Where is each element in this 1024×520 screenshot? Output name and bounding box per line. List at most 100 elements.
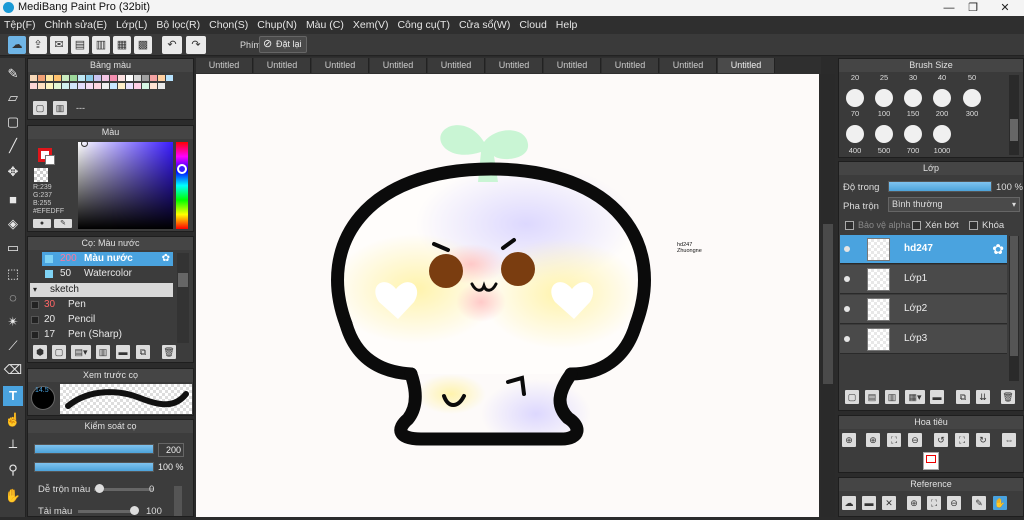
brush-size-value[interactable]: 200	[158, 443, 184, 457]
collapse-icon[interactable]: ▾	[33, 283, 37, 297]
new-folder-icon[interactable]: ▬	[930, 390, 944, 404]
brush-size-slider[interactable]	[34, 444, 154, 454]
tab-untitled[interactable]: Untitled	[602, 58, 659, 73]
visibility-eye-icon[interactable]	[844, 306, 850, 312]
new-1bit-layer-icon[interactable]: ▥	[885, 390, 899, 404]
tab-untitled[interactable]: Untitled	[486, 58, 543, 73]
load-handle[interactable]	[130, 506, 139, 515]
divide-tool-icon[interactable]: ⟂	[3, 434, 23, 454]
menu-filter[interactable]: Bộ lọc(R)	[156, 19, 200, 31]
size-1000-button[interactable]	[933, 125, 951, 143]
navigator-thumbnail[interactable]	[923, 452, 939, 470]
document-icon[interactable]: ▥	[92, 36, 110, 54]
comment-icon[interactable]: ✉	[50, 36, 68, 54]
hand-tool-icon[interactable]: ✋	[3, 486, 23, 506]
background-color-swatch[interactable]	[45, 155, 55, 165]
control-scrollbar[interactable]	[174, 486, 182, 516]
brush-group-sketch[interactable]: ▾ sketch	[30, 283, 173, 297]
menu-file[interactable]: Tệp(F)	[4, 19, 36, 31]
share-icon[interactable]: ⇪	[29, 36, 47, 54]
operation-tool-icon[interactable]: ☝	[3, 410, 23, 430]
new-layer-icon[interactable]: ▢	[845, 390, 859, 404]
line-tool-icon[interactable]: ╱	[3, 136, 23, 156]
brush-tool-icon[interactable]: ✎	[3, 64, 23, 84]
brush-opacity-slider[interactable]	[34, 462, 154, 472]
reference-cloud-icon[interactable]: ☁	[842, 496, 856, 510]
clipping-checkbox[interactable]	[912, 221, 921, 230]
size-100-button[interactable]	[875, 89, 893, 107]
brush-item[interactable]: 30 Pen	[28, 298, 173, 312]
select-eraser-icon[interactable]: ⌫	[3, 360, 23, 380]
visibility-eye-icon[interactable]	[844, 276, 850, 282]
text-tool-icon[interactable]: T	[3, 386, 23, 406]
reset-view-icon[interactable]: ⛶	[955, 433, 969, 447]
merge-layer-icon[interactable]: ⇊	[976, 390, 990, 404]
layer-row[interactable]: Lớp1	[840, 265, 1007, 294]
new-halftone-layer-icon[interactable]: ▤	[865, 390, 879, 404]
reference-fit-icon[interactable]: ⛶	[927, 496, 941, 510]
layer-blend-select[interactable]: Bình thường ▾	[888, 197, 1020, 212]
flip-horizontal-icon[interactable]: ⇔	[1002, 433, 1016, 447]
restore-button[interactable]: ❐	[958, 0, 988, 16]
reference-zoom-in-icon[interactable]: ⊕	[907, 496, 921, 510]
drawing-canvas[interactable]: hd247 Zhuongne	[196, 74, 819, 517]
color-eyedropper-button[interactable]: ✎	[54, 219, 72, 228]
brush-item-selected[interactable]: 200 Màu nước ✿	[42, 252, 173, 266]
duplicate-layer-icon[interactable]: ⧉	[956, 390, 970, 404]
zoom-in-alt-icon[interactable]: ⊕	[866, 433, 880, 447]
saturation-value-picker[interactable]	[78, 142, 173, 229]
blend-handle[interactable]	[95, 484, 104, 493]
protect-alpha-checkbox[interactable]	[845, 221, 854, 230]
size-200-button[interactable]	[933, 89, 951, 107]
reference-close-icon[interactable]: ✕	[882, 496, 896, 510]
tab-untitled[interactable]: Untitled	[312, 58, 369, 73]
brush-delete-icon[interactable]: 🗑	[162, 345, 176, 359]
layer-scrollbar[interactable]	[1009, 236, 1019, 381]
zoom-out-icon[interactable]: ⊖	[908, 433, 922, 447]
visibility-eye-icon[interactable]	[844, 246, 850, 252]
select-pen-icon[interactable]: ⟋	[3, 336, 23, 356]
size-500-button[interactable]	[875, 125, 893, 143]
menu-select[interactable]: Chọn(S)	[209, 19, 248, 31]
hue-handle[interactable]	[177, 164, 187, 174]
menu-window[interactable]: Cửa sổ(W)	[459, 19, 510, 31]
scrollbar-thumb[interactable]	[823, 224, 833, 384]
navigator-viewport[interactable]	[926, 455, 936, 463]
rectangle-tool-icon[interactable]: ▢	[3, 112, 23, 132]
grid-icon[interactable]: ▩	[134, 36, 152, 54]
move-tool-icon[interactable]: ✥	[3, 162, 23, 182]
cloud-icon[interactable]: ☁	[8, 36, 26, 54]
delete-layer-icon[interactable]: 🗑	[1001, 390, 1015, 404]
grid-doc-icon[interactable]: ▦	[113, 36, 131, 54]
picker-handle[interactable]	[81, 140, 88, 147]
size-400-button[interactable]	[846, 125, 864, 143]
reference-eyedropper-icon[interactable]: ✎	[972, 496, 986, 510]
menu-help[interactable]: Help	[556, 19, 578, 31]
size-150-button[interactable]	[904, 89, 922, 107]
rotate-left-icon[interactable]: ↺	[934, 433, 948, 447]
menu-snap[interactable]: Chụp(N)	[257, 19, 297, 31]
menu-cloud[interactable]: Cloud	[519, 19, 546, 31]
chat-icon[interactable]: ▤	[71, 36, 89, 54]
tab-untitled[interactable]: Untitled	[196, 58, 253, 73]
tab-untitled[interactable]: Untitled	[660, 58, 717, 73]
lock-checkbox[interactable]	[969, 221, 978, 230]
tab-untitled[interactable]: Untitled	[254, 58, 311, 73]
undo-icon[interactable]: ↶	[162, 36, 182, 54]
transparent-color-swatch[interactable]	[34, 168, 48, 182]
reference-hand-icon[interactable]: ✋	[993, 496, 1007, 510]
select-tool-icon[interactable]: ⬚	[3, 264, 23, 284]
brush-item[interactable]: 20 Pencil	[28, 313, 173, 327]
brush-menu-icon[interactable]: ▤▾	[71, 345, 91, 359]
tab-untitled[interactable]: Untitled	[428, 58, 485, 73]
brush-folder-icon[interactable]: ▬	[116, 345, 130, 359]
size-70-button[interactable]	[846, 89, 864, 107]
menu-color[interactable]: Màu (C)	[306, 19, 344, 31]
close-button[interactable]: ✕	[990, 0, 1020, 16]
fit-window-icon[interactable]: ⛶	[887, 433, 901, 447]
brush-settings-icon[interactable]: ✿	[162, 252, 170, 266]
menu-edit[interactable]: Chỉnh sửa(E)	[45, 19, 107, 31]
load-slider[interactable]	[78, 510, 138, 513]
layer-settings-gear-icon[interactable]: ✿	[992, 241, 1004, 258]
zoom-in-icon[interactable]: ⊕	[842, 433, 856, 447]
